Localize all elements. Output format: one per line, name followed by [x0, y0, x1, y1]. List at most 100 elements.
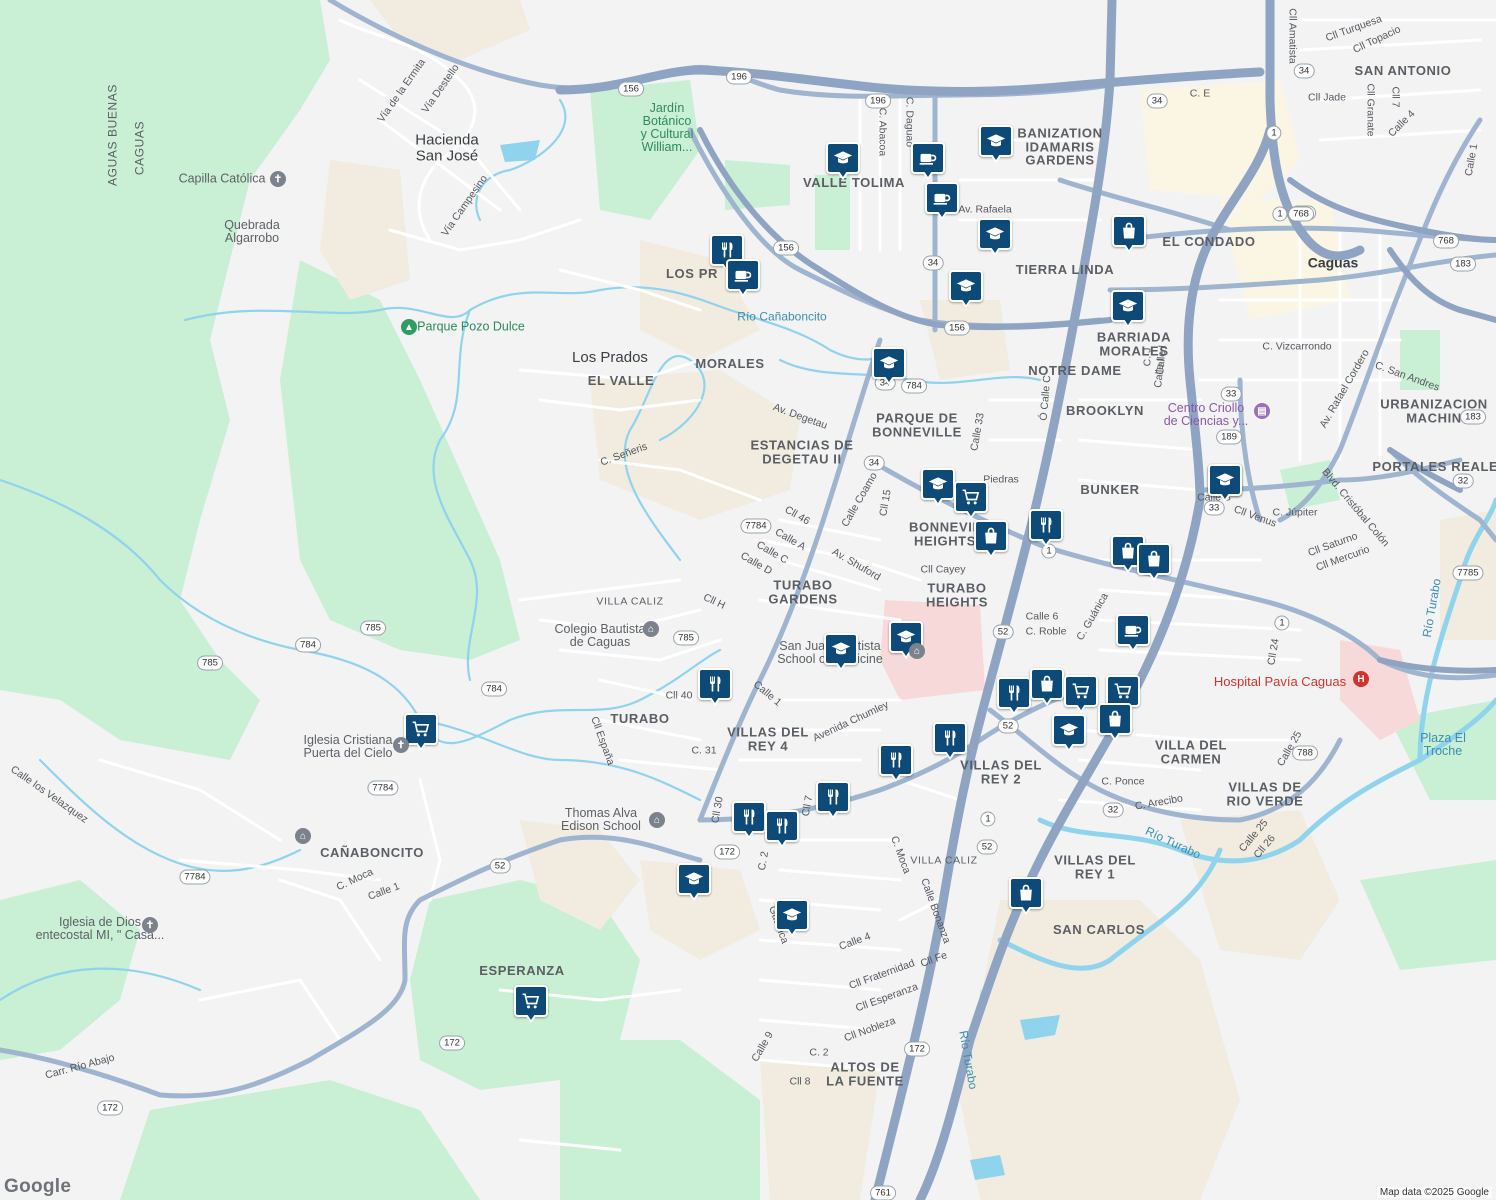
poi-label[interactable]: Colegio Bautista de Caguas	[554, 622, 645, 649]
map-marker[interactable]	[1111, 290, 1145, 330]
neighborhood-label: ESTANCIAS DE DEGETAU II	[750, 437, 854, 466]
map-marker[interactable]	[879, 744, 913, 784]
map-canvas[interactable]: BANIZATION IDAMARIS GARDENS VALLE TOLIMA TIE…	[0, 0, 1496, 1200]
shopping-bag-icon	[1118, 541, 1138, 561]
map-marker[interactable]	[514, 985, 548, 1025]
neighborhood-label: VILLAS DEL REY 2	[960, 757, 1042, 786]
map-marker[interactable]	[1064, 675, 1098, 715]
neighborhood-label: VILLA CALIZ	[910, 854, 978, 867]
map-marker[interactable]	[925, 182, 959, 222]
shopping-bag-icon	[1016, 883, 1036, 903]
poi-label[interactable]: Quebrada Algarrobo	[224, 218, 280, 245]
map-marker[interactable]	[1208, 464, 1242, 504]
route-shield: 156	[944, 320, 970, 336]
poi-label[interactable]: Parque Pozo Dulce	[417, 320, 525, 333]
map-marker[interactable]	[1137, 543, 1171, 583]
neighborhood-label: PARQUE DE BONNEVILLE	[872, 410, 962, 439]
restaurant-icon	[886, 750, 906, 770]
street-label: Cll Granate	[1364, 83, 1377, 137]
route-shield: 32	[1452, 473, 1474, 489]
poi-label[interactable]: Jardín Botánico y Cultural William...	[641, 101, 694, 155]
poi-label[interactable]: Capilla Católica	[179, 172, 266, 185]
shopping-bag-icon	[1037, 674, 1057, 694]
map-marker[interactable]	[677, 863, 711, 903]
church-icon[interactable]: ✝	[142, 917, 158, 933]
poi-label[interactable]: Thomas Alva Edison School	[561, 806, 641, 833]
route-shield: 183	[1450, 256, 1476, 272]
map-marker[interactable]	[1112, 215, 1146, 255]
map-marker[interactable]	[826, 142, 860, 182]
neighborhood-label: SAN CARLOS	[1053, 922, 1145, 938]
route-shield: 34	[863, 455, 885, 471]
route-shield: 7784	[179, 869, 211, 885]
street-label: C. J	[1141, 347, 1154, 367]
map-marker[interactable]	[816, 781, 850, 821]
map-marker[interactable]	[979, 125, 1013, 165]
map-marker[interactable]	[933, 722, 967, 762]
google-logo: Google	[4, 1176, 72, 1197]
street-label: C. Abacoa	[876, 107, 889, 157]
school-icon	[986, 131, 1006, 151]
map-marker[interactable]	[921, 468, 955, 508]
church-icon[interactable]: ✝	[393, 737, 409, 753]
map-marker[interactable]	[911, 142, 945, 182]
map-marker[interactable]	[949, 270, 983, 310]
school-icon	[956, 276, 976, 296]
map-marker[interactable]	[726, 259, 760, 299]
map-marker[interactable]	[765, 810, 799, 850]
route-shield: 172	[904, 1041, 930, 1057]
route-shield: 156	[773, 240, 799, 256]
map-marker[interactable]	[978, 218, 1012, 258]
school-icon	[879, 353, 899, 373]
route-shield: 788	[1292, 745, 1318, 761]
map-marker[interactable]	[698, 668, 732, 708]
neighborhood-label: TURABO HEIGHTS	[926, 580, 988, 609]
map-marker[interactable]	[1029, 509, 1063, 549]
map-marker[interactable]	[974, 520, 1008, 560]
street-label: Cll 8	[789, 1075, 811, 1088]
route-shield: 172	[97, 1100, 123, 1116]
neighborhood-label: BUNKER	[1080, 482, 1140, 498]
park-icon[interactable]: ▲	[401, 319, 417, 335]
school-place-icon[interactable]: ⌂	[295, 828, 311, 844]
route-shield: 7785	[1452, 565, 1484, 581]
neighborhood-label: PORTALES REALES	[1372, 459, 1496, 475]
street-label: C. Roble	[1025, 625, 1067, 638]
map-marker[interactable]	[997, 677, 1031, 717]
poi-label[interactable]: Plaza El Troche	[1420, 731, 1466, 758]
map-marker[interactable]	[1098, 703, 1132, 743]
map-marker[interactable]	[732, 801, 766, 841]
school-place-icon[interactable]: ⌂	[909, 643, 925, 659]
street-label: C. 31	[691, 744, 717, 757]
museum-icon[interactable]: ▤	[1254, 403, 1270, 419]
restaurant-icon	[1036, 515, 1056, 535]
route-shield: 785	[197, 655, 223, 671]
map-marker[interactable]	[775, 899, 809, 939]
poi-label[interactable]: Iglesia Cristiana Puerta del Cielo	[304, 733, 393, 760]
street-label: Cll 40	[665, 689, 693, 702]
neighborhood-label: MORALES	[695, 356, 765, 372]
map-attribution[interactable]: Map data ©2025 Google	[1376, 1187, 1492, 1198]
map-marker[interactable]	[872, 347, 906, 387]
poi-label[interactable]: Centro Criollo de Ciencias y...	[1164, 401, 1249, 428]
map-marker[interactable]	[824, 633, 858, 673]
hospital-icon[interactable]: H	[1353, 671, 1369, 687]
map-marker[interactable]	[404, 713, 438, 753]
coffee-icon	[733, 265, 753, 285]
route-shield: 34	[1293, 63, 1315, 79]
neighborhood-label: BROOKLYN	[1066, 403, 1144, 419]
route-shield: 785	[673, 630, 699, 646]
map-marker[interactable]	[1009, 877, 1043, 917]
map-marker[interactable]	[1030, 668, 1064, 708]
church-icon[interactable]: ✝	[270, 171, 286, 187]
map-marker[interactable]	[954, 481, 988, 521]
neighborhood-label: VILLA CALIZ	[596, 595, 664, 608]
school-icon	[1059, 720, 1079, 740]
hospital-label[interactable]: Hospital Pavía Caguas	[1214, 675, 1346, 689]
map-marker[interactable]	[1116, 614, 1150, 654]
restaurant-icon	[772, 816, 792, 836]
school-place-icon[interactable]: ⌂	[643, 621, 659, 637]
school-place-icon[interactable]: ⌂	[649, 812, 665, 828]
map-marker[interactable]	[1052, 714, 1086, 754]
neighborhood-label: BONNEVIL HEIGHTS	[909, 519, 981, 548]
